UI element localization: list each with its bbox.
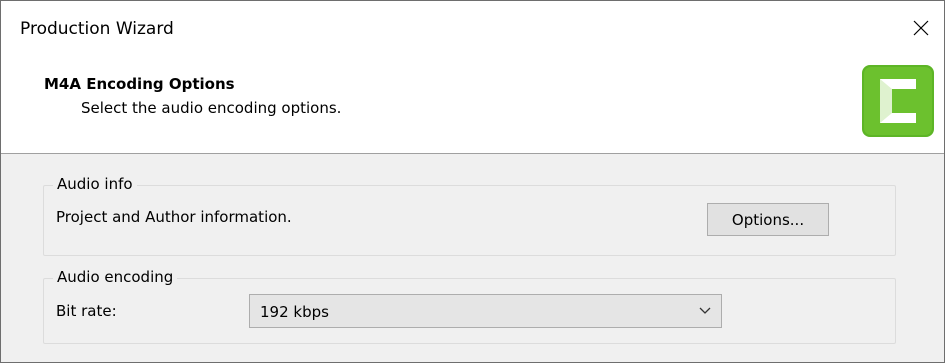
title-bar: Production Wizard (1, 1, 944, 55)
wizard-header: M4A Encoding Options Select the audio en… (1, 55, 944, 154)
chevron-down-icon (699, 307, 711, 314)
bit-rate-label: Bit rate: (56, 302, 117, 320)
audio-info-description: Project and Author information. (56, 208, 292, 226)
audio-encoding-group: Audio encoding Bit rate: 192 kbps (43, 268, 896, 344)
bit-rate-select[interactable]: 192 kbps (249, 294, 722, 328)
window-title: Production Wizard (20, 19, 174, 39)
production-wizard-window: Production Wizard M4A Encoding Options S… (0, 0, 945, 363)
camtasia-logo-icon (862, 65, 934, 137)
bit-rate-value: 192 kbps (260, 303, 329, 321)
audio-info-group: Audio info Project and Author informatio… (43, 175, 896, 256)
close-button[interactable] (898, 1, 944, 55)
close-icon (913, 20, 929, 36)
page-title: M4A Encoding Options (44, 75, 235, 93)
audio-encoding-legend: Audio encoding (53, 268, 178, 286)
audio-info-legend: Audio info (53, 175, 137, 193)
options-button[interactable]: Options... (707, 203, 829, 236)
page-subtitle: Select the audio encoding options. (81, 99, 342, 117)
